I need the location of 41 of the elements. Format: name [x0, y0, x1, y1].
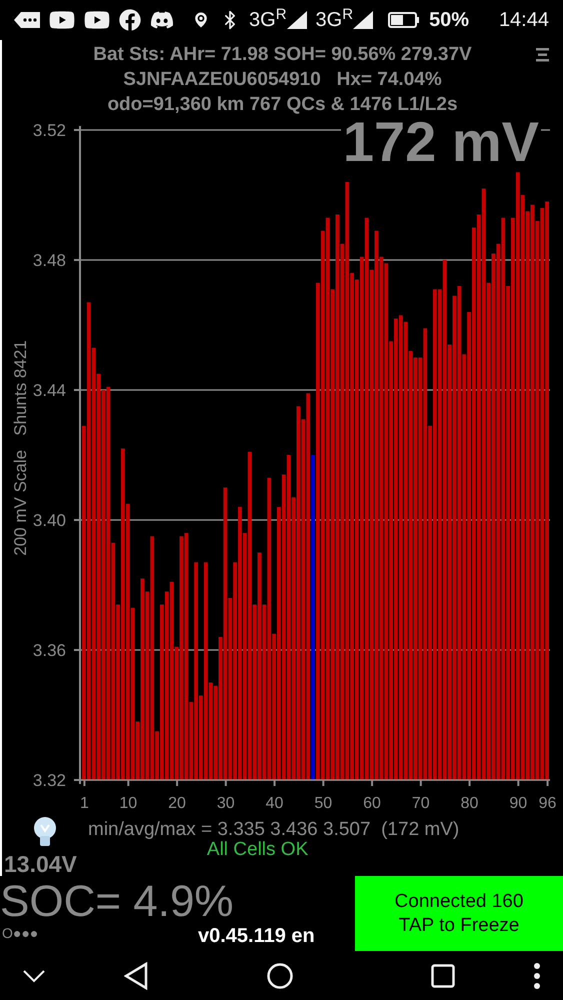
axis-tick-label: 3.52	[32, 121, 66, 140]
facebook-icon	[119, 9, 141, 31]
connection-button[interactable]: Connected 160 TAP to Freeze	[355, 876, 563, 951]
signal-icon	[353, 11, 374, 29]
axis-tick-label: 40	[266, 795, 284, 812]
axis-tick-label: 3.48	[32, 251, 66, 270]
axis-tick-label: 30	[216, 795, 235, 812]
axis-tick-label: 3.32	[32, 771, 66, 790]
more-options-icon[interactable]	[533, 962, 541, 990]
axis-tick-label: 20	[168, 795, 186, 812]
clock: 14:44	[498, 8, 549, 33]
network-type: 3G$^{R}$	[249, 10, 287, 30]
aux-battery-voltage: 13.04V	[3, 853, 77, 876]
state-of-charge: SOC= 4.9%	[0, 880, 234, 924]
axis-tick-label: 70	[412, 795, 430, 812]
network-type: 3G$^{R}$	[316, 10, 354, 30]
battery-status-line: Bat Sts: AHr= 71.98 SOH= 90.56% 279.37V	[93, 43, 472, 67]
axis-tick-label: 3.40	[32, 511, 66, 530]
recent-apps-icon[interactable]	[430, 964, 455, 988]
axis-tick-label: 50	[314, 795, 332, 812]
axis-tick-label: 3.36	[32, 641, 66, 660]
axis-tick-label: 90	[509, 795, 528, 812]
message-icon	[14, 10, 40, 30]
axis-tick-label: 96	[538, 795, 556, 812]
axis-label: 200 mV Scale Shunts 8421	[11, 340, 30, 556]
axis-tick-label: 10	[119, 795, 138, 812]
menu-icon[interactable]	[536, 48, 549, 62]
battery-icon	[388, 12, 420, 28]
signal-icon	[286, 11, 307, 29]
home-icon[interactable]	[266, 962, 292, 988]
axis-tick-label: 1	[80, 795, 89, 812]
chevron-down-icon[interactable]	[22, 968, 46, 982]
axis-tick-label: 80	[460, 795, 478, 812]
app-version: v0.45.119 en	[198, 926, 315, 946]
battery-status-line: odo=91,360 km 767 QCs & 1476 L1/L2s	[107, 93, 458, 117]
axis-tick-label: 60	[363, 795, 381, 812]
axis-tick-label: 3.44	[32, 381, 66, 400]
battery-status-line: SJNFAAZE0U6054910 Hx= 74.04%	[123, 68, 442, 92]
activity-indicator: O●●●	[2, 926, 38, 940]
back-icon[interactable]	[124, 962, 148, 990]
battery-percent: 50%	[429, 8, 470, 33]
